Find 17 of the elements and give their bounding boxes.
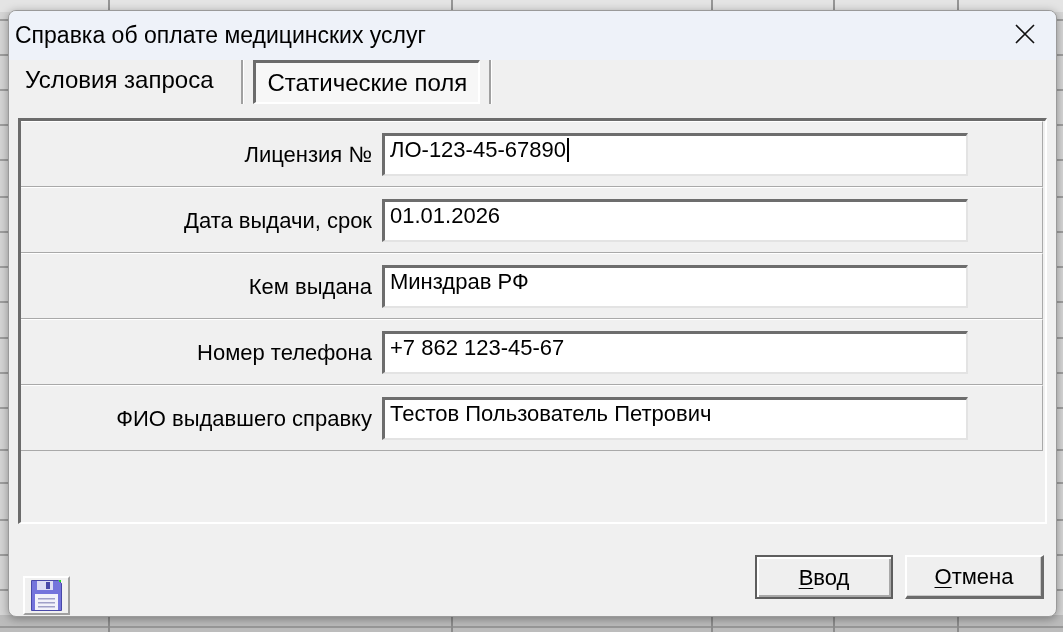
tab[interactable]: Условия запроса [11, 60, 228, 104]
window-title: Справка об оплате медицинских услуг [15, 22, 426, 49]
field-label: ФИО выдавшего справку [115, 405, 372, 431]
input-field[interactable]: +7 862 123-45-67 [382, 330, 968, 374]
field-label: Дата выдачи, срок [183, 207, 372, 233]
save-button[interactable] [23, 576, 70, 615]
field-label: Кем выдана [247, 273, 372, 299]
tab[interactable]: Статические поля [253, 60, 481, 104]
input-field[interactable]: ЛО-123-45-67890 [382, 132, 968, 176]
input-field[interactable]: Тестов Пользователь Петрович [382, 396, 968, 440]
input-field[interactable]: Минздрав РФ [382, 264, 968, 308]
dialog-button[interactable]: Отмена [905, 555, 1044, 599]
close-icon [1015, 24, 1035, 44]
input-field[interactable]: 01.01.2026 [382, 198, 968, 242]
field-label: Номер телефона [196, 339, 372, 365]
dialog-button[interactable]: Ввод [755, 555, 893, 599]
field-label: Лицензия № [243, 141, 372, 167]
